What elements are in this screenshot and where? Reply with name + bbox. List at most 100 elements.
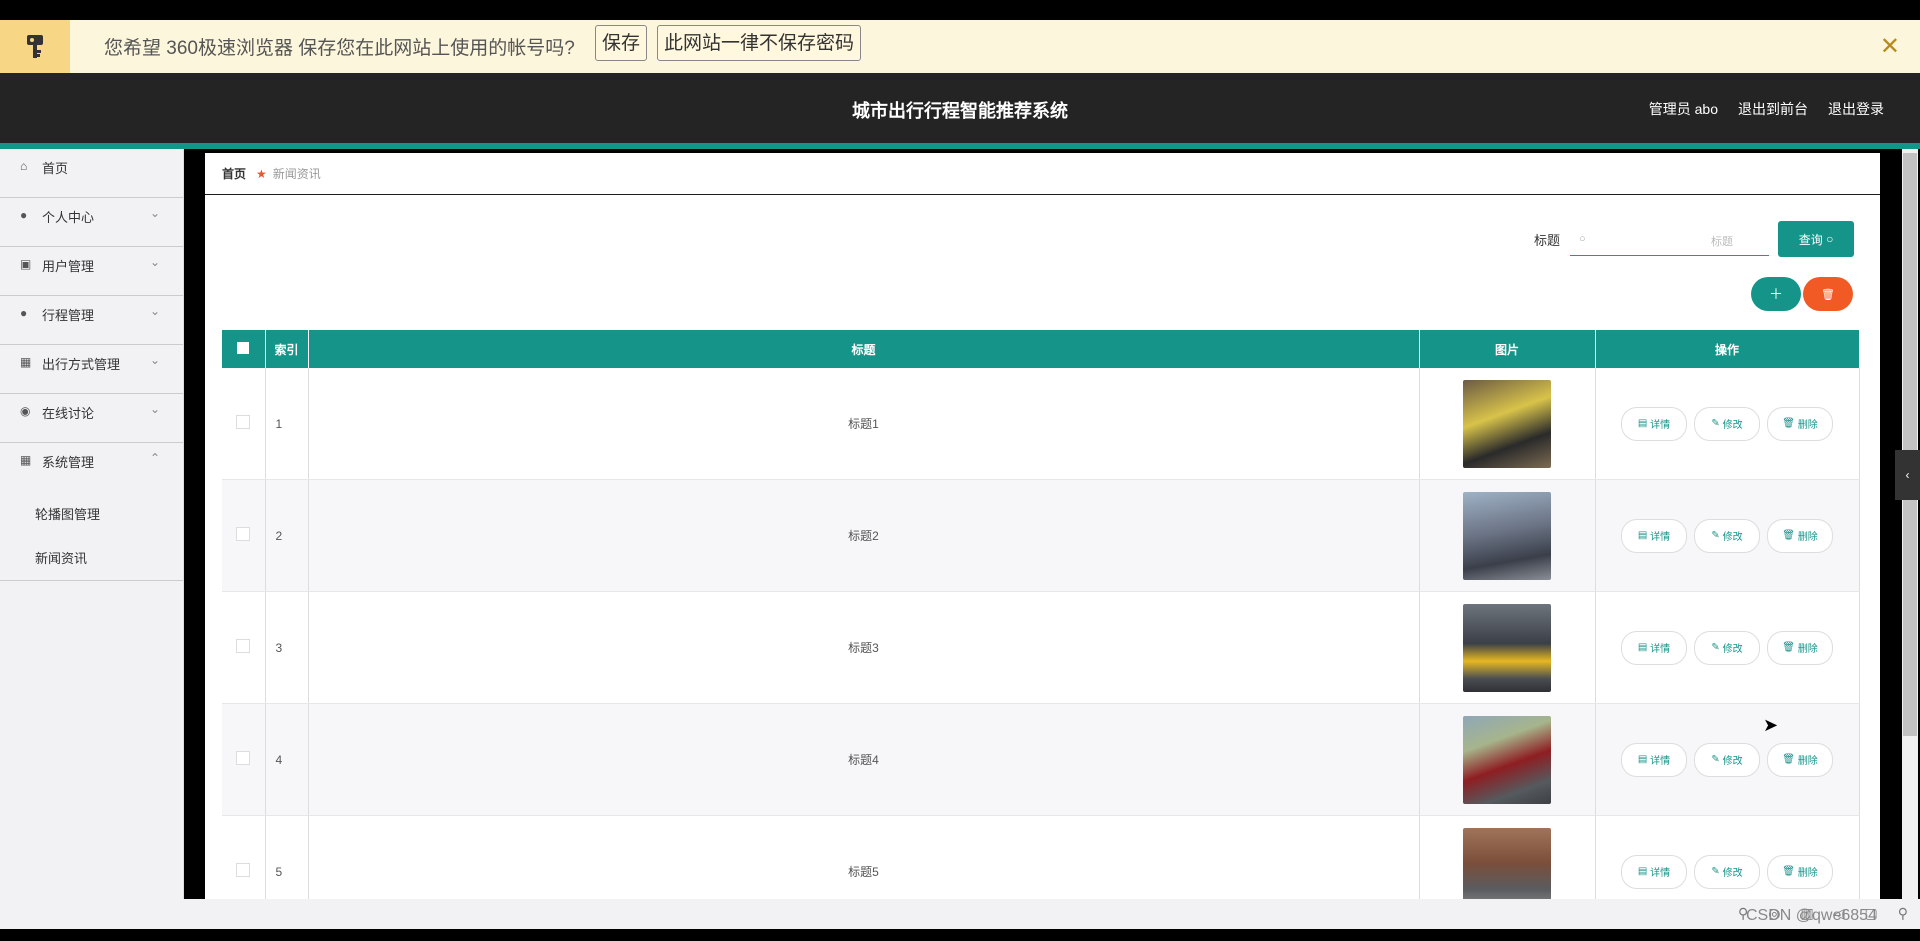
grid-icon: ▦ [20,355,32,369]
sidebar-subitem-carousel[interactable]: 轮播图管理 [0,492,183,536]
sidebar-item-travel-modes[interactable]: ▦ 出行方式管理 ⌄ [0,345,183,394]
delete-button[interactable]: 🗑 删除 [1767,406,1833,441]
collapse-panel-tab[interactable]: ‹ [1895,450,1920,500]
row-title: 标题4 [308,703,1420,816]
sidebar-item-trips[interactable]: ● 行程管理 ⌄ [0,296,183,345]
table-row: 1 标题1 ▤ 详情 ✎ 修改 🗑 删除 [222,368,1860,480]
search-bar: 标题 ○ 标题 查询 ○ [1534,221,1855,257]
chevron-down-icon: ⌄ [150,255,161,269]
password-bar-message: 您希望 360极速浏览器 保存您在此网站上使用的帐号吗? [104,38,575,59]
app-header: 城市出行行程智能推荐系统 管理员 abo 退出到前台 退出登录 [0,73,1920,143]
batch-delete-button[interactable]: 🗑 [1803,277,1853,311]
top-black-band [0,0,1920,20]
sidebar: ⌂ 首页 ● 个人中心 ⌄ ▣ 用户管理 ⌄ ● 行程管理 ⌄ ▦ 出行方式管理… [0,149,184,899]
delete-button[interactable]: 🗑 删除 [1767,518,1833,553]
mic-icon: ◉ [20,404,31,418]
chevron-left-icon: ‹ [1905,468,1910,482]
sidebar-item-discussion[interactable]: ◉ 在线讨论 ⌄ [0,394,183,443]
breadcrumb-home[interactable]: 首页 [222,167,246,181]
select-all-checkbox[interactable] [222,330,266,368]
header-accent-line [0,143,1920,149]
save-password-button[interactable]: 保存 [595,25,648,61]
breadcrumb-current: 新闻资讯 [272,167,321,181]
edit-button[interactable]: ✎ 修改 [1694,742,1760,777]
breadcrumb-divider [205,194,1880,195]
car-image[interactable] [1463,603,1551,692]
exit-to-front-link[interactable]: 退出到前台 [1738,99,1808,119]
table-row: 3 标题3 ▤ 详情 ✎ 修改 🗑 删除 [222,591,1860,704]
row-checkbox[interactable] [222,703,266,816]
row-index: 2 [265,479,309,592]
car-image[interactable] [1463,491,1551,580]
apps-icon: ▦ [20,453,32,467]
sidebar-subitem-news[interactable]: 新闻资讯 [0,536,183,581]
edit-button[interactable]: ✎ 修改 [1694,406,1760,441]
edit-button[interactable]: ✎ 修改 [1694,518,1760,553]
watermark: CSDN @qwe6854 [1746,907,1877,924]
sidebar-item-home[interactable]: ⌂ 首页 [0,149,183,198]
chevron-down-icon: ⌄ [150,402,161,416]
main-content: 首页 ★ 新闻资讯 标题 ○ 标题 查询 ○ ＋ 🗑 索引 标题 图片 操作 1… [205,153,1880,928]
col-header-index: 索引 [265,330,309,368]
sidebar-item-label: 系统管理 [42,455,95,470]
sidebar-item-label: 行程管理 [42,308,95,323]
search-icon: ○ [1579,232,1586,245]
row-checkbox[interactable] [222,591,266,704]
row-title: 标题3 [308,591,1420,704]
row-image-cell [1419,591,1596,704]
breadcrumb: 首页 ★ 新闻资讯 [222,165,321,182]
col-header-title: 标题 [308,330,1420,368]
sidebar-item-label: 个人中心 [42,210,95,225]
sidebar-item-users[interactable]: ▣ 用户管理 ⌄ [0,247,183,296]
car-image[interactable] [1463,715,1551,804]
close-icon[interactable]: ✕ [1880,32,1900,61]
row-index: 3 [265,591,309,704]
chevron-up-icon: ⌃ [150,451,161,465]
col-header-image: 图片 [1419,330,1596,368]
key-icon [0,20,70,73]
col-header-actions: 操作 [1595,330,1860,368]
app-title: 城市出行行程智能推荐系统 [852,101,1068,121]
row-index: 1 [265,368,309,480]
row-checkbox[interactable] [222,479,266,592]
row-title: 标题2 [308,479,1420,592]
detail-button[interactable]: ▤ 详情 [1621,518,1687,553]
scrollbar-thumb[interactable] [1903,153,1917,736]
search-input[interactable]: ○ 标题 [1570,223,1770,256]
detail-button[interactable]: ▤ 详情 [1621,854,1687,889]
delete-button[interactable]: 🗑 删除 [1767,742,1833,777]
admin-label: 管理员 abo [1648,101,1718,117]
logout-link[interactable]: 退出登录 [1828,99,1884,119]
sidebar-item-label: 首页 [42,161,69,176]
detail-button[interactable]: ▤ 详情 [1621,742,1687,777]
sidebar-item-label: 出行方式管理 [42,357,121,372]
vertical-scrollbar[interactable] [1902,149,1918,899]
sidebar-item-label: 在线讨论 [42,406,95,421]
row-image-cell [1419,479,1596,592]
row-image-cell [1419,703,1596,816]
table-row: 4 标题4 ▤ 详情 ✎ 修改 🗑 删除 [222,703,1860,816]
detail-button[interactable]: ▤ 详情 [1621,630,1687,665]
search-icon: ○ [1826,232,1834,246]
car-image[interactable] [1463,379,1551,468]
edit-button[interactable]: ✎ 修改 [1694,630,1760,665]
never-save-button[interactable]: 此网站一律不保存密码 [657,25,862,61]
query-button[interactable]: 查询 ○ [1778,221,1855,257]
home-icon: ⌂ [20,159,28,173]
star-icon: ★ [256,167,267,181]
row-checkbox[interactable] [222,368,266,480]
table-row: 2 标题2 ▤ 详情 ✎ 修改 🗑 删除 [222,479,1860,592]
sidebar-item-personal[interactable]: ● 个人中心 ⌄ [0,198,183,247]
row-title: 标题1 [308,368,1420,480]
sidebar-item-system[interactable]: ▦ 系统管理 ⌃ [0,443,183,492]
edit-button[interactable]: ✎ 修改 [1694,854,1760,889]
delete-button[interactable]: 🗑 删除 [1767,854,1833,889]
delete-button[interactable]: 🗑 删除 [1767,630,1833,665]
search-placeholder: 标题 [1711,235,1734,248]
detail-button[interactable]: ▤ 详情 [1621,406,1687,441]
add-button[interactable]: ＋ [1751,277,1801,311]
zoom-icon[interactable]: ⚲ [1898,905,1908,922]
user-icon: ● [20,306,28,320]
sidebar-item-label: 用户管理 [42,259,95,274]
bottom-black-band [0,929,1920,941]
